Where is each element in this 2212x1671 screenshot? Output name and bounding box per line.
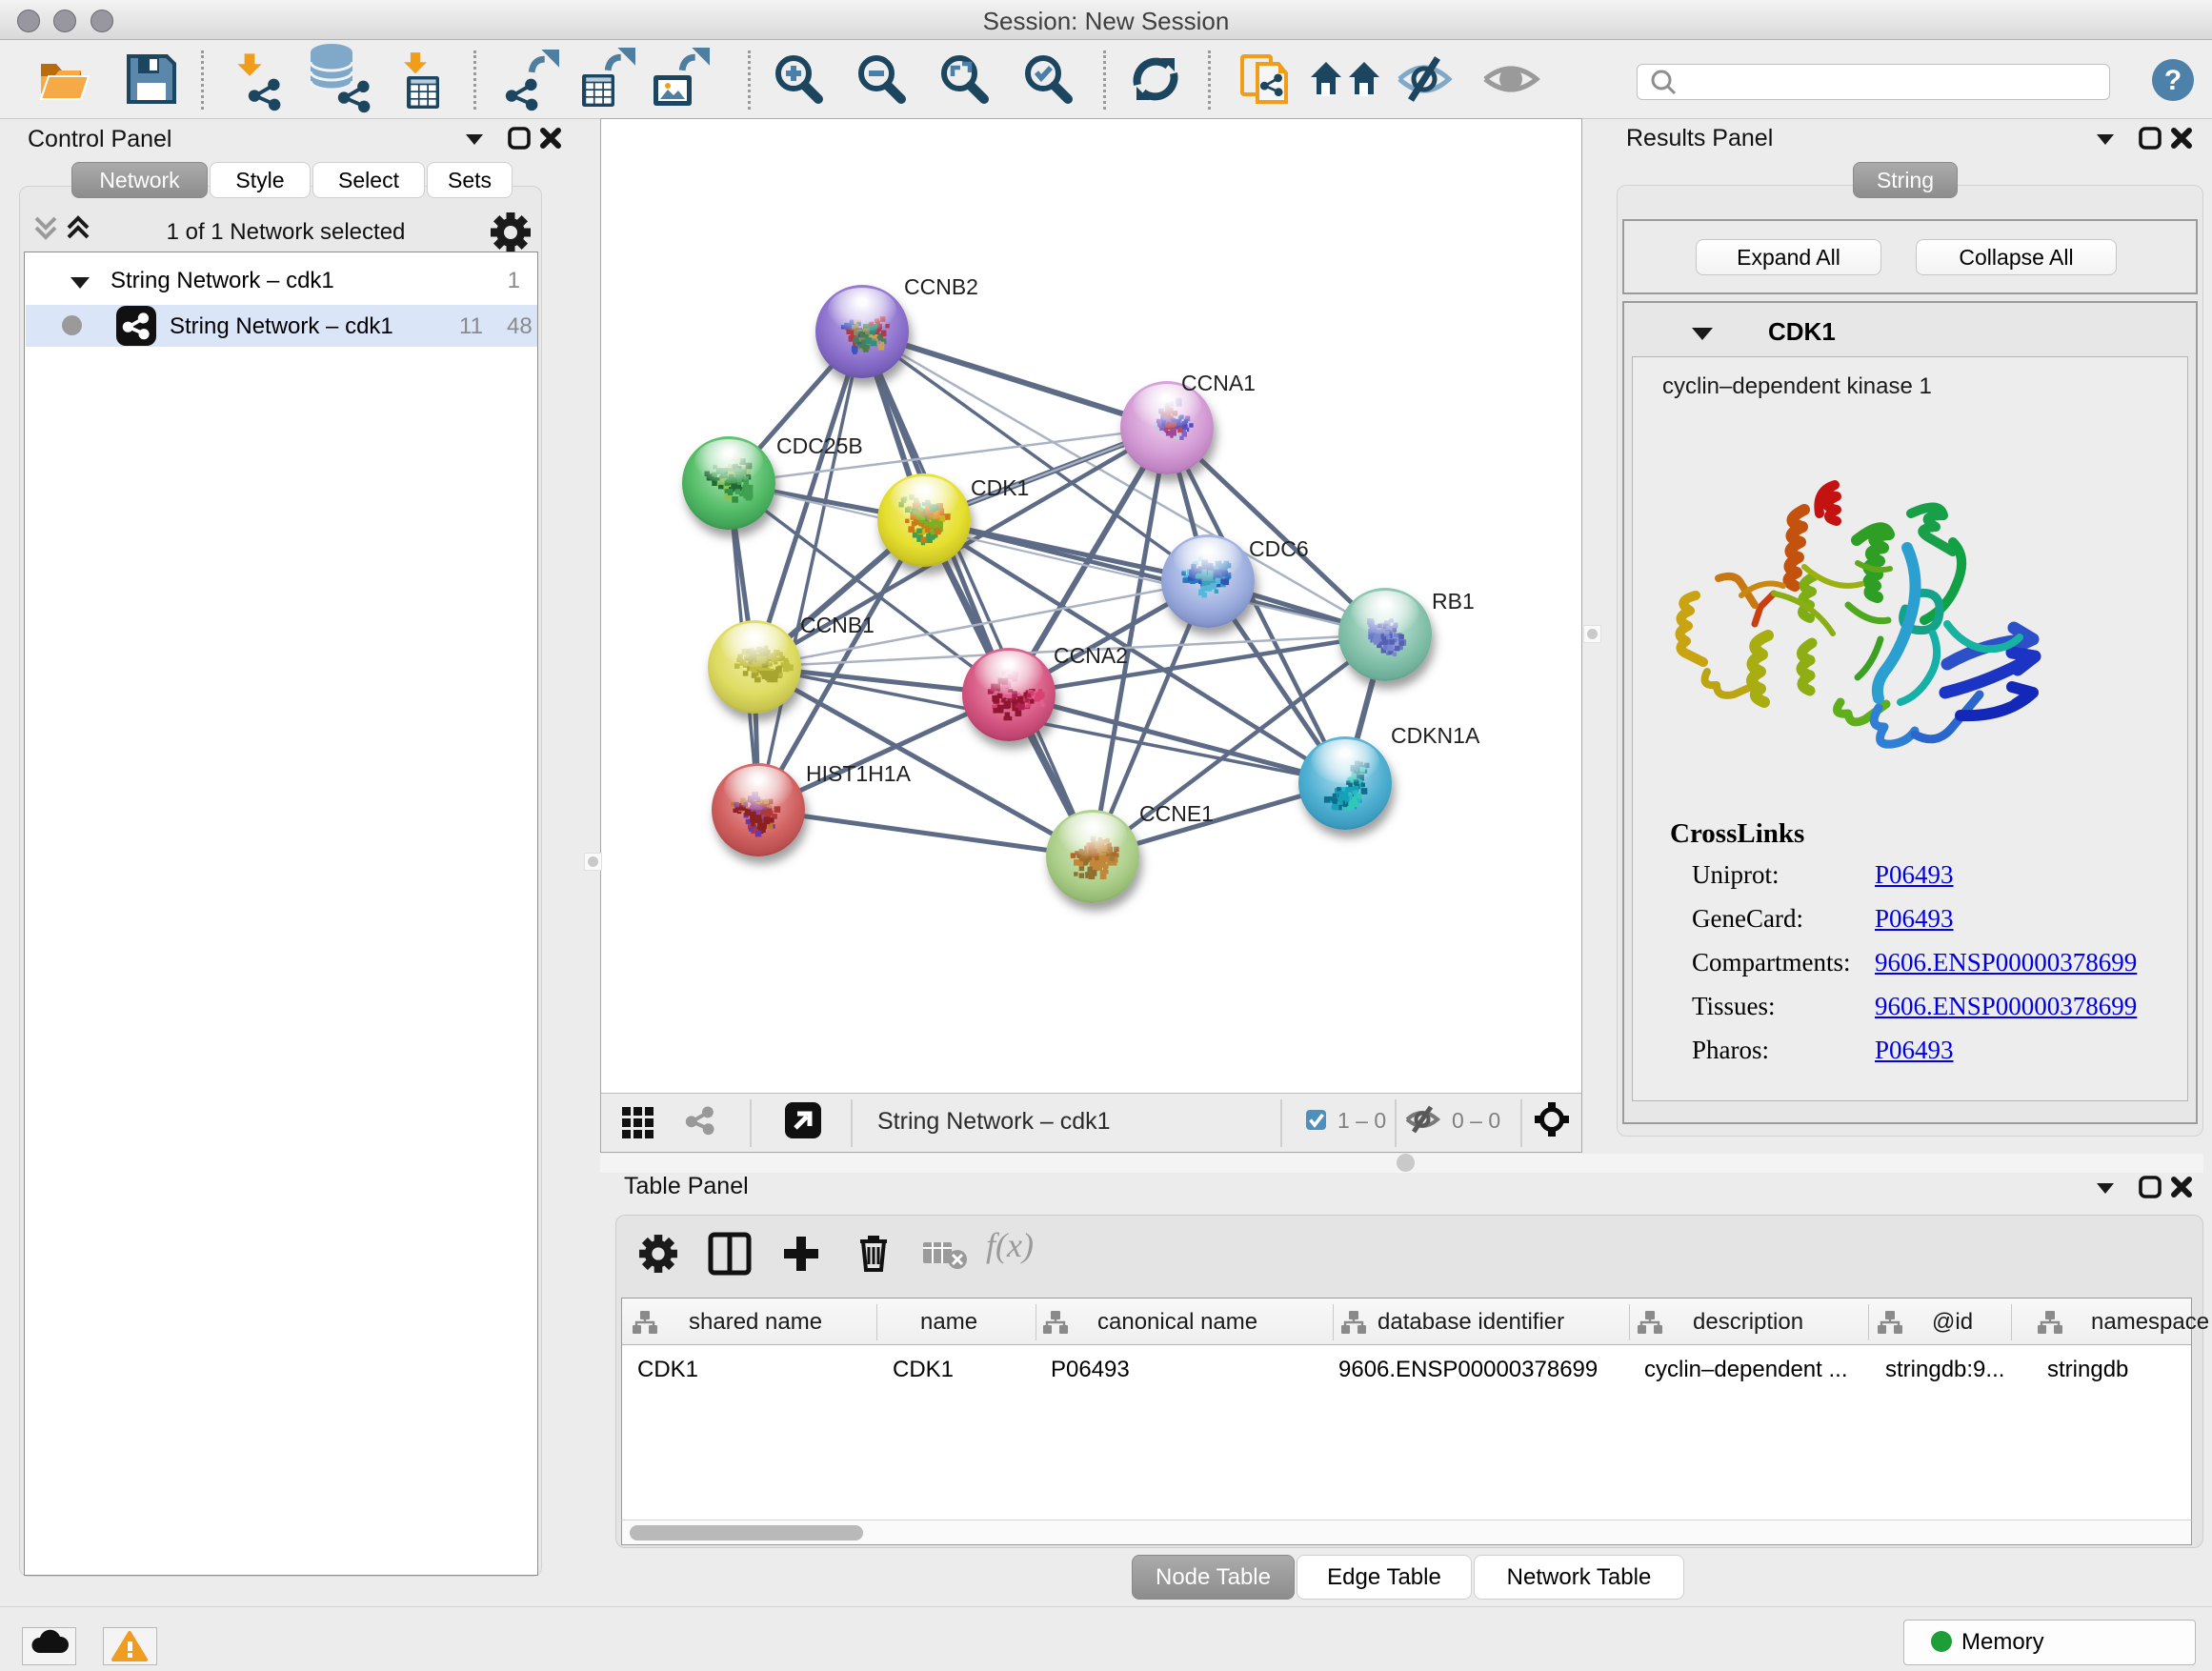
- svg-text:?: ?: [2164, 65, 2182, 96]
- svg-text:0 – 0: 0 – 0: [1452, 1108, 1500, 1133]
- svg-text:1 – 0: 1 – 0: [1337, 1108, 1386, 1133]
